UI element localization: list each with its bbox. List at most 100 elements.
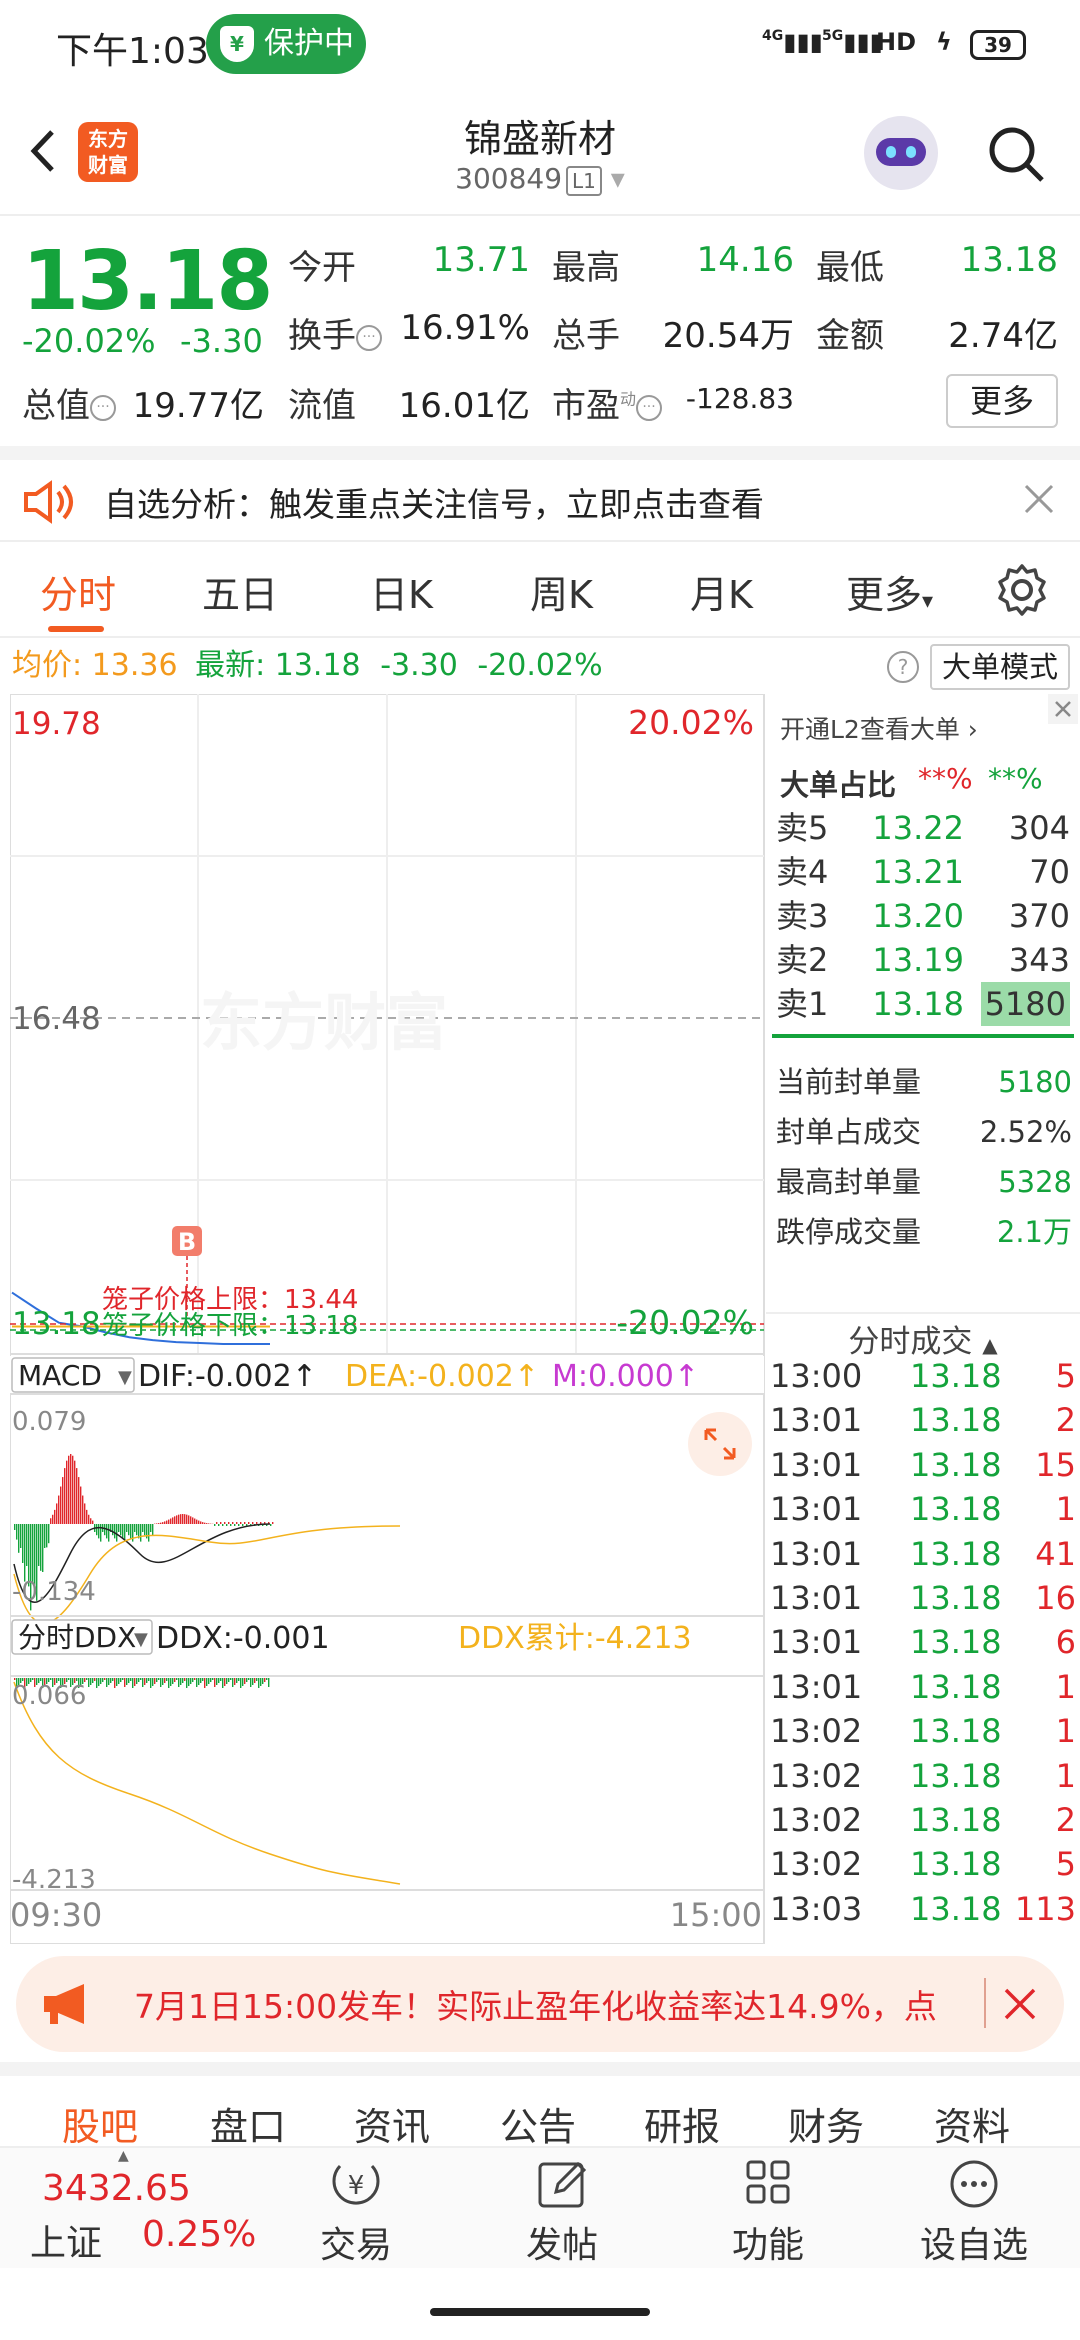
protect-badge[interactable]: ¥ 保护中 — [206, 14, 366, 74]
turnover-label[interactable]: 换手 ··· — [288, 308, 382, 357]
ddx-bar — [136, 1678, 138, 1684]
ddx-bar — [146, 1678, 148, 1683]
macd-bar — [248, 1522, 250, 1524]
intraday-chart[interactable]: 东方财富 19.78 20.02% 16.48 13.18 -20.02% B … — [9, 693, 765, 1945]
l2-link[interactable]: 开通L2查看大单 › — [780, 710, 978, 746]
post-button[interactable]: 发帖 — [492, 2148, 632, 2268]
macd-bar — [50, 1518, 52, 1524]
ddx-bar — [230, 1678, 232, 1680]
tab-finance[interactable]: 财务 — [788, 2096, 864, 2151]
market-cap-label[interactable]: 总值 ··· — [22, 378, 116, 427]
macd-label: MACD — [18, 1359, 102, 1392]
tab-five-day[interactable]: 五日 — [202, 564, 278, 619]
ddx-bar — [182, 1678, 184, 1683]
level-badge: L1 — [566, 166, 602, 196]
macd-bar — [222, 1524, 224, 1526]
macd-bar — [240, 1522, 242, 1524]
tab-more[interactable]: 更多▾ — [846, 564, 933, 619]
trade-button[interactable]: ¥ 交易 — [286, 2148, 426, 2268]
close-icon[interactable] — [1000, 1984, 1040, 2024]
macd-bar — [64, 1468, 66, 1524]
ddx-bar — [96, 1678, 98, 1688]
tab-announcements[interactable]: 公告 — [500, 2096, 576, 2151]
stat-row: 最高封单量 5328 — [776, 1165, 1072, 1199]
macd-bar — [188, 1515, 190, 1524]
ddx-bar — [138, 1678, 140, 1682]
current-price: 13.18 — [22, 234, 273, 329]
ddx-bar — [114, 1678, 116, 1688]
tab-guba[interactable]: 股吧 — [62, 2096, 138, 2151]
ddx-bar — [190, 1678, 192, 1684]
index-ticker[interactable]: 3432.65 上证 0.25% ▲ — [20, 2148, 260, 2268]
gear-icon[interactable] — [994, 562, 1050, 618]
macd-bar — [86, 1509, 88, 1524]
ddx-bar — [88, 1678, 90, 1687]
tab-profile[interactable]: 资料 — [934, 2096, 1010, 2151]
caret-down-icon: ▼ — [118, 1367, 132, 1388]
tab-order-book[interactable]: 盘口 — [210, 2096, 286, 2151]
home-indicator[interactable] — [430, 2308, 650, 2316]
ddx-bar — [224, 1678, 226, 1686]
ask-bid-divider — [772, 1034, 1074, 1038]
macd-bar — [108, 1524, 110, 1542]
tab-monthly-k[interactable]: 月K — [690, 564, 753, 619]
tick-row: 13:01 13.18 1 — [770, 1667, 1076, 1706]
macd-bar — [104, 1524, 106, 1536]
function-button[interactable]: 功能 — [698, 2148, 838, 2268]
macd-bar — [192, 1517, 194, 1524]
search-icon[interactable] — [984, 122, 1048, 186]
ddx-bar — [208, 1678, 210, 1684]
ddx-bar — [86, 1678, 88, 1680]
macd-bar — [62, 1477, 64, 1524]
close-icon[interactable] — [1048, 694, 1078, 724]
ddx-bar — [242, 1678, 244, 1686]
macd-bar — [24, 1524, 26, 1582]
ddx-bar — [102, 1678, 104, 1682]
macd-bar — [198, 1520, 200, 1524]
price-bottom-label: 13.18 — [12, 1306, 101, 1342]
latest-pct: -20.02% — [477, 648, 603, 683]
ddx-bar — [98, 1678, 100, 1686]
tick-row: 13:03 13.18 113 — [770, 1889, 1076, 1928]
assistant-robot-icon[interactable] — [864, 116, 938, 190]
macd-bar — [206, 1523, 208, 1524]
low-value: 13.18 — [960, 240, 1058, 280]
add-watchlist-button[interactable]: 设自选 — [904, 2148, 1044, 2268]
ddx-bar — [106, 1678, 108, 1687]
tab-news[interactable]: 资讯 — [354, 2096, 430, 2151]
ddx-bar — [186, 1678, 188, 1688]
ddx-bar — [228, 1678, 230, 1682]
macd-bar — [238, 1524, 240, 1526]
macd-bar — [202, 1522, 204, 1524]
ddx-bar — [194, 1678, 196, 1680]
tab-research[interactable]: 研报 — [644, 2096, 720, 2151]
macd-bar — [42, 1524, 44, 1572]
ddx-bar — [126, 1678, 128, 1685]
macd-bar — [160, 1522, 162, 1524]
macd-bar — [174, 1516, 176, 1524]
macd-bar — [120, 1524, 122, 1536]
ddx-bar — [250, 1678, 252, 1687]
big-order-mode-button[interactable]: 大单模式 — [930, 644, 1070, 690]
tick-row: 13:01 13.18 15 — [770, 1445, 1076, 1484]
tab-weekly-k[interactable]: 周K — [530, 564, 593, 619]
ddx-bar — [172, 1678, 174, 1684]
ddx-bar — [68, 1678, 70, 1680]
help-icon[interactable]: ? — [886, 650, 920, 684]
tick-row: 13:02 13.18 5 — [770, 1845, 1076, 1884]
macd-bar — [242, 1524, 244, 1526]
ddx-bar — [258, 1678, 260, 1688]
ddx-bar — [32, 1678, 34, 1680]
pe-label[interactable]: 市盈动 ··· — [552, 378, 663, 427]
more-button[interactable]: 更多 — [946, 374, 1058, 428]
ddx-bar — [196, 1678, 198, 1687]
analysis-banner[interactable]: 自选分析：触发重点关注信号，立即点击查看 — [0, 446, 1080, 542]
tick-list[interactable]: 分时成交 ▲ 13:00 13.18 5 13:01 13.18 2 13:01 13.18 1… — [766, 1316, 1080, 1944]
macd-bar — [176, 1515, 178, 1524]
tab-intraday[interactable]: 分时 — [40, 564, 116, 619]
promo-banner[interactable]: 7月1日15:00发车！实际止盈年化收益率达14.9%，点 — [16, 1956, 1064, 2052]
close-icon[interactable] — [1022, 482, 1056, 516]
ddx-bar — [220, 1678, 222, 1681]
tab-daily-k[interactable]: 日K — [370, 564, 433, 619]
macd-bar — [14, 1524, 16, 1530]
